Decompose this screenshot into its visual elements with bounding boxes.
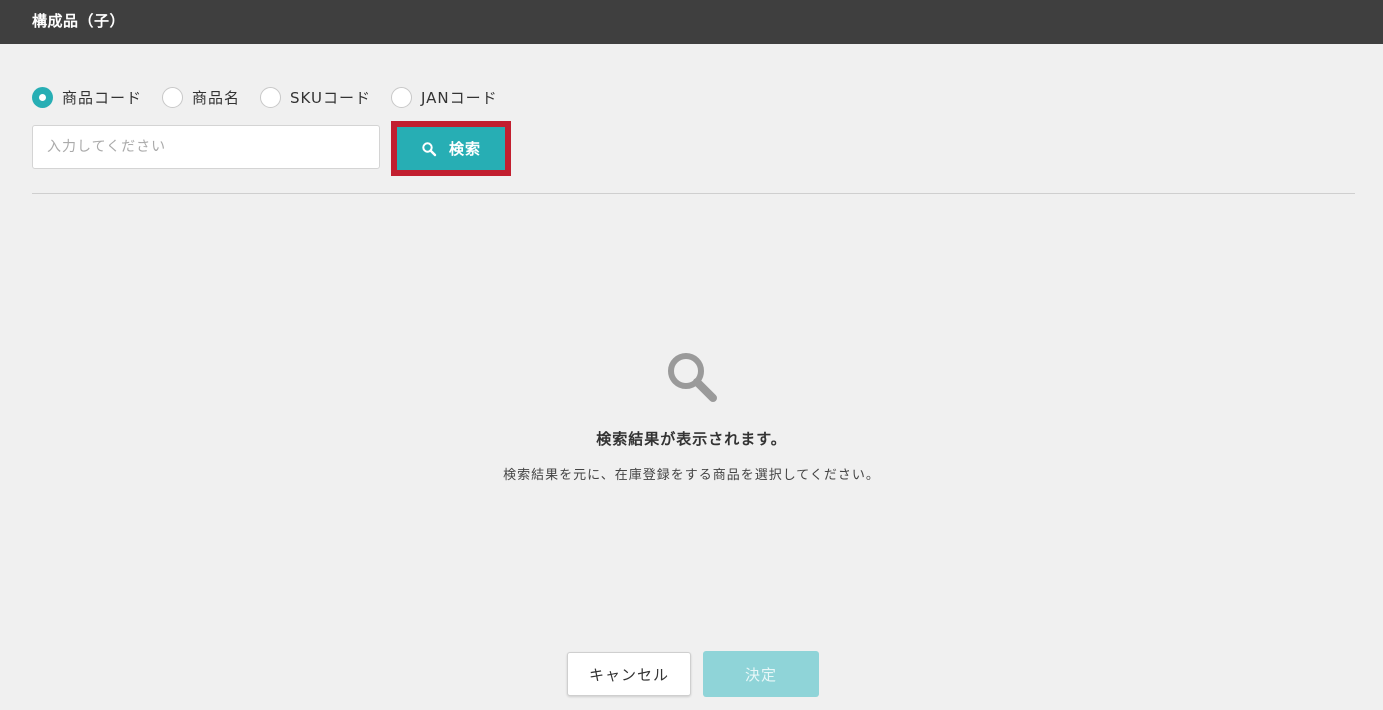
divider: [32, 193, 1355, 194]
radio-option-jan-code[interactable]: JANコード: [390, 86, 498, 108]
radio-label-product-code: 商品コード: [62, 88, 143, 107]
search-type-radio-group: 商品コード 商品名 SKUコード JANコード: [32, 86, 518, 108]
empty-state-title: 検索結果が表示されます。: [596, 430, 787, 448]
dialog-header: 構成品（子）: [0, 0, 1383, 44]
radio-label-product-name: 商品名: [192, 88, 241, 107]
radio-button[interactable]: [162, 86, 184, 108]
search-input[interactable]: [32, 125, 380, 169]
radio-label-sku-code: SKUコード: [290, 88, 371, 107]
radio-label-jan-code: JANコード: [420, 88, 498, 107]
search-button-highlight: 検索: [391, 121, 511, 176]
search-icon: [421, 141, 437, 157]
search-button[interactable]: 検索: [397, 127, 505, 170]
search-button-label: 検索: [448, 140, 481, 158]
confirm-button[interactable]: 決定: [703, 651, 819, 697]
radio-button[interactable]: [390, 86, 412, 108]
radio-option-product-code[interactable]: 商品コード: [32, 86, 143, 108]
empty-state-description: 検索結果を元に、在庫登録をする商品を選択してください。: [503, 468, 880, 483]
cancel-button[interactable]: キャンセル: [567, 652, 691, 696]
radio-button[interactable]: [260, 86, 282, 108]
radio-option-sku-code[interactable]: SKUコード: [260, 86, 371, 108]
radio-option-product-name[interactable]: 商品名: [162, 86, 241, 108]
dialog-title: 構成品（子）: [32, 12, 126, 30]
search-icon: [665, 350, 719, 404]
radio-button-checked[interactable]: [32, 86, 53, 108]
